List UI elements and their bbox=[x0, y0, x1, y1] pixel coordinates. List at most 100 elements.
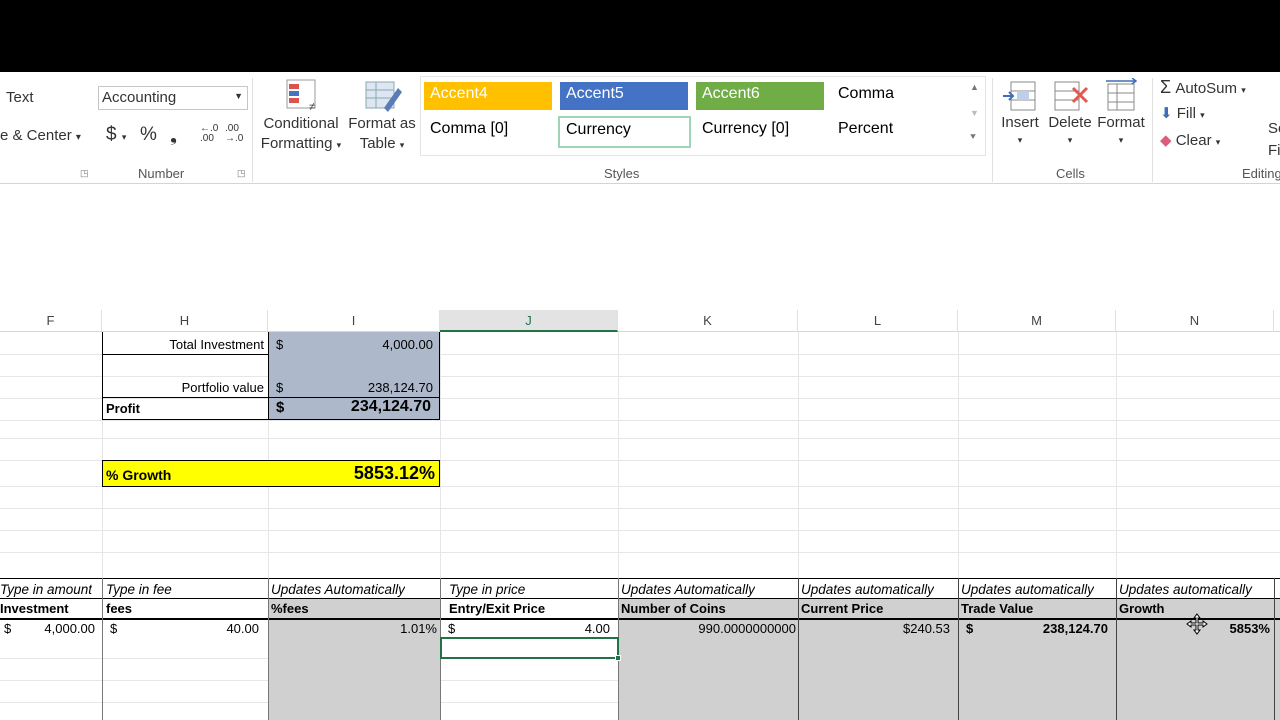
header-current-price[interactable]: Current Price bbox=[801, 601, 883, 616]
column-header-h[interactable]: H bbox=[102, 310, 268, 332]
total-investment-value[interactable]: 4,000.00 bbox=[290, 337, 433, 352]
format-as-table-button[interactable]: Format as Table ▾ bbox=[346, 78, 418, 164]
table-border bbox=[102, 578, 103, 720]
header-fees[interactable]: fees bbox=[106, 601, 132, 616]
header-coins[interactable]: Number of Coins bbox=[621, 601, 726, 616]
summary-border bbox=[268, 332, 269, 420]
comma-icon: ❟ bbox=[170, 125, 178, 145]
insert-cells-icon bbox=[1003, 81, 1036, 111]
header-growth[interactable]: Growth bbox=[1119, 601, 1165, 616]
sort-filter-button[interactable]: So bbox=[1268, 120, 1280, 137]
autosum-button[interactable]: Σ AutoSum ▾ bbox=[1160, 77, 1246, 98]
pct-fees-value[interactable]: 1.01% bbox=[272, 621, 437, 636]
growth-value: 5853.12% bbox=[353, 463, 435, 483]
column-header-j[interactable]: J bbox=[440, 310, 618, 332]
wrap-text-button[interactable]: Text bbox=[6, 89, 34, 106]
column-header-m[interactable]: M bbox=[958, 310, 1116, 332]
hint-investment[interactable]: Type in amount bbox=[0, 582, 92, 597]
hint-growth[interactable]: Updates automatically bbox=[1119, 582, 1273, 597]
header-trade-value[interactable]: Trade Value bbox=[961, 601, 1033, 616]
hint-price[interactable]: Type in price bbox=[449, 582, 525, 597]
dialog-launcher-icon[interactable]: ◳ bbox=[80, 168, 89, 179]
gallery-scroll-down-icon[interactable]: ▼ bbox=[970, 108, 979, 118]
fill-button[interactable]: ⬇ Fill ▾ bbox=[1160, 104, 1205, 122]
chevron-down-icon: ▾ bbox=[1067, 135, 1073, 145]
style-accent4[interactable]: Accent4 bbox=[424, 82, 552, 110]
comma-style-button[interactable]: ❟ bbox=[170, 125, 177, 146]
table-border bbox=[1274, 578, 1275, 720]
hint-trade-value[interactable]: Updates automatically bbox=[961, 582, 1094, 597]
sheet-blank-area bbox=[0, 185, 1280, 310]
merge-center-button[interactable]: e & Center ▾ bbox=[0, 127, 81, 144]
hint-coins[interactable]: Updates Automatically bbox=[621, 582, 755, 597]
portfolio-value[interactable]: 238,124.70 bbox=[290, 380, 433, 395]
group-separator bbox=[992, 78, 993, 182]
gallery-more-icon[interactable]: ⯆ bbox=[969, 132, 977, 143]
clear-button[interactable]: ◆ Clear ▾ bbox=[1160, 131, 1220, 149]
fees-currency: $ bbox=[110, 621, 118, 636]
format-as-table-icon bbox=[365, 81, 402, 112]
conditional-formatting-button[interactable]: ≠ Conditional Formatting ▾ bbox=[258, 78, 344, 164]
column-header-n[interactable]: N bbox=[1116, 310, 1274, 332]
accounting-format-button[interactable]: $ ▾ bbox=[106, 124, 126, 146]
find-select-button[interactable]: Fi bbox=[1268, 142, 1280, 159]
dollar-icon: $ bbox=[106, 124, 117, 145]
column-headers: F H I J K L M N bbox=[0, 310, 1280, 332]
format-label: Format bbox=[1097, 114, 1145, 131]
style-currency-0[interactable]: Currency [0] bbox=[696, 117, 824, 145]
investment-currency: $ bbox=[4, 621, 12, 636]
fees-value[interactable]: 40.00 bbox=[124, 621, 259, 636]
cells-group-label: Cells bbox=[1056, 166, 1085, 181]
column-header-f[interactable]: F bbox=[0, 310, 102, 332]
profit-value[interactable]: 234,124.70 bbox=[290, 398, 431, 416]
style-comma[interactable]: Comma bbox=[832, 82, 960, 110]
style-percent[interactable]: Percent bbox=[832, 117, 960, 145]
gridline bbox=[0, 508, 1280, 509]
active-cell-selection[interactable] bbox=[440, 637, 619, 659]
hint-current-price[interactable]: Updates automatically bbox=[801, 582, 934, 597]
trade-value[interactable]: 238,124.70 bbox=[980, 621, 1108, 636]
header-price[interactable]: Entry/Exit Price bbox=[449, 601, 545, 616]
coins-value[interactable]: 990.0000000000 bbox=[622, 621, 796, 636]
current-price-value[interactable]: $240.53 bbox=[802, 621, 950, 636]
style-accent6[interactable]: Accent6 bbox=[696, 82, 824, 110]
hint-pct-fees[interactable]: Updates Automatically bbox=[271, 582, 405, 597]
worksheet-grid[interactable]: Total Investment $ 4,000.00 Portfolio va… bbox=[0, 332, 1280, 720]
total-investment-label[interactable]: Total Investment bbox=[104, 337, 264, 352]
format-as-table-label: Format as Table ▾ bbox=[348, 115, 416, 152]
chevron-down-icon: ▾ bbox=[75, 132, 81, 143]
column-header-i[interactable]: I bbox=[268, 310, 440, 332]
price-value[interactable]: 4.00 bbox=[462, 621, 610, 636]
column-header-k[interactable]: K bbox=[618, 310, 798, 332]
increase-decimal-icon[interactable]: ←.0.00 bbox=[200, 124, 218, 144]
insert-button[interactable]: Insert ▾ bbox=[998, 78, 1042, 146]
format-button[interactable]: Format ▾ bbox=[1096, 78, 1146, 146]
style-currency[interactable]: Currency bbox=[558, 116, 691, 148]
clear-label: Clear bbox=[1175, 132, 1212, 149]
chevron-down-icon: ▼ bbox=[234, 91, 243, 101]
chevron-down-icon: ▾ bbox=[1118, 135, 1124, 145]
dialog-launcher-icon[interactable]: ◳ bbox=[237, 168, 246, 179]
insert-label: Insert bbox=[1001, 114, 1039, 131]
gridline bbox=[0, 420, 1280, 421]
header-pct-fees[interactable]: %fees bbox=[271, 601, 309, 616]
delete-button[interactable]: Delete ▾ bbox=[1046, 78, 1094, 146]
fill-handle[interactable] bbox=[615, 655, 621, 661]
investment-value[interactable]: 4,000.00 bbox=[20, 621, 95, 636]
styles-group-label: Styles bbox=[604, 166, 640, 181]
profit-label[interactable]: Profit bbox=[106, 401, 140, 416]
header-investment[interactable]: Investment bbox=[0, 601, 69, 616]
column-header-l[interactable]: L bbox=[798, 310, 958, 332]
group-separator bbox=[1152, 78, 1153, 182]
style-comma-0[interactable]: Comma [0] bbox=[424, 117, 552, 145]
merge-center-label: e & Center bbox=[0, 127, 72, 144]
growth-label: % Growth bbox=[106, 467, 172, 483]
number-format-select[interactable]: Accounting ▼ bbox=[98, 86, 248, 110]
profit-currency: $ bbox=[276, 399, 285, 416]
portfolio-value-label[interactable]: Portfolio value bbox=[104, 380, 264, 395]
percent-style-button[interactable]: % bbox=[140, 124, 157, 146]
hint-fees[interactable]: Type in fee bbox=[106, 582, 172, 597]
style-accent5[interactable]: Accent5 bbox=[560, 82, 688, 110]
decrease-decimal-icon[interactable]: .00 →.0 bbox=[225, 124, 243, 144]
gallery-scroll-up-icon[interactable]: ▲ bbox=[970, 82, 979, 92]
